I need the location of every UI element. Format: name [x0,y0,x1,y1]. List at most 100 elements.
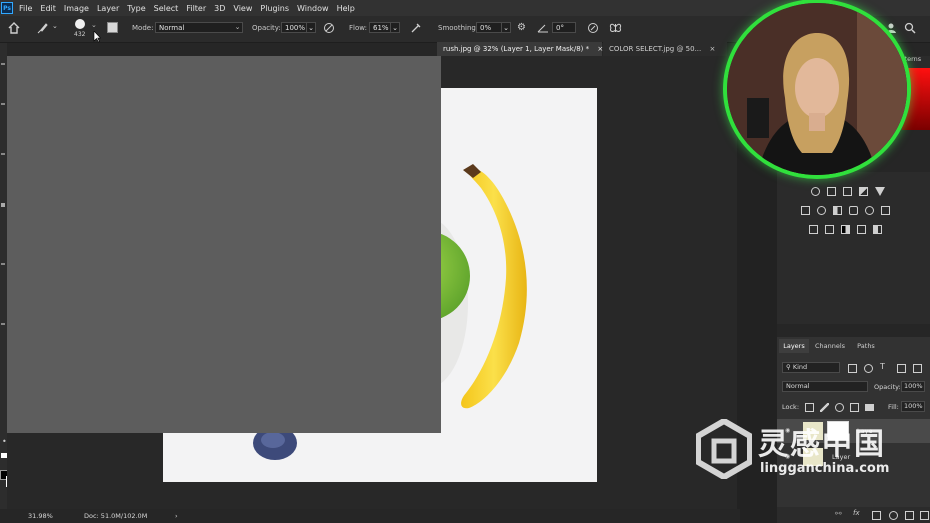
brush-preview-icon[interactable] [75,19,85,29]
brush-tool-icon[interactable] [36,22,48,34]
levels-icon[interactable] [827,187,836,196]
flow-label: Flow: [349,24,367,32]
lock-transparent-icon[interactable] [805,403,814,412]
watermark-chinese-text: 灵感中国 [758,427,886,462]
angle-icon [537,24,548,33]
menu-select[interactable]: Select [154,4,179,13]
brush-settings-panel-icon[interactable] [107,22,118,33]
menu-image[interactable]: Image [64,4,89,13]
layer-filter-select[interactable]: ⚲ Kind [782,362,840,373]
menu-plugins[interactable]: Plugins [260,4,289,13]
tab-channels[interactable]: Channels [812,339,848,353]
filter-smart-object-icon[interactable] [913,364,922,373]
menu-window[interactable]: Window [297,4,329,13]
mode-select[interactable]: Normal [155,22,243,33]
tool-icon[interactable] [1,103,5,105]
link-layers-icon[interactable]: ⚯ [835,509,842,518]
tab-brush-document[interactable]: rush.jpg @ 32% (Layer 1, Layer Mask/8) *… [437,42,603,56]
menu-3d[interactable]: 3D [214,4,225,13]
smoothing-input[interactable]: 0% [476,22,502,33]
vibrance-icon[interactable] [875,187,885,196]
new-layer-icon[interactable] [920,511,929,520]
menu-file[interactable]: File [19,4,32,13]
tab-layers[interactable]: Layers [779,339,809,353]
opacity-label: Opacity: [252,24,281,32]
lock-position-icon[interactable] [835,403,844,412]
watermark-url-text: lingganchina.com [760,461,890,476]
filter-adjustment-icon[interactable] [864,364,873,373]
fill-input[interactable]: 100% [901,401,925,412]
airbrush-icon[interactable] [410,22,422,34]
tab-label: rush.jpg @ 32% (Layer 1, Layer Mask/8) * [443,45,590,53]
gear-icon[interactable]: ⚙ [517,22,526,33]
layer-opacity-label: Opacity: [874,383,901,391]
user-account-icon[interactable] [885,22,897,34]
tool-icon[interactable] [1,203,5,207]
invert-icon[interactable] [809,225,818,234]
smoothing-dropdown-icon[interactable]: ⌄ [501,22,511,33]
menu-type[interactable]: Type [127,4,145,13]
photo-filter-icon[interactable] [849,206,858,215]
tool-icon[interactable] [1,153,5,155]
black-white-icon[interactable] [833,206,842,215]
tool-icon[interactable] [1,63,5,65]
fx-icon[interactable]: fx [853,509,860,517]
posterize-icon[interactable] [825,225,834,234]
menu-layer[interactable]: Layer [97,4,119,13]
patterns-tab[interactable]: tterns [902,55,921,63]
lock-artboard-icon[interactable] [850,403,859,412]
flow-dropdown-icon[interactable]: ⌄ [390,22,400,33]
new-group-icon[interactable] [905,511,914,520]
tab-paths[interactable]: Paths [852,339,880,353]
new-adjustment-layer-icon[interactable] [889,511,898,520]
filter-type-icon[interactable]: T [880,362,885,371]
filter-pixel-icon[interactable] [848,364,857,373]
threshold-icon[interactable] [841,225,850,234]
zoom-level[interactable]: 31.98% [28,512,53,520]
filter-shape-icon[interactable] [897,364,906,373]
watermark-logo: 灵感中国 lingganchina.com [690,415,920,485]
watermark-emblem-icon [696,419,752,479]
webcam-overlay [727,3,907,175]
lock-label: Lock: [782,403,800,411]
mode-dropdown-icon[interactable]: ⌄ [233,22,242,33]
menu-view[interactable]: View [233,4,252,13]
pressure-size-icon[interactable] [587,22,599,34]
curves-icon[interactable] [843,187,852,196]
close-icon[interactable]: × [710,45,716,53]
lock-all-icon[interactable] [865,404,874,411]
add-mask-icon[interactable] [872,511,881,520]
status-menu-arrow-icon[interactable]: › [175,512,178,520]
search-icon[interactable] [904,22,916,34]
opacity-input[interactable]: 100% [281,22,307,33]
color-balance-icon[interactable] [817,206,826,215]
pressure-opacity-icon[interactable] [323,22,335,34]
brightness-icon[interactable] [811,187,820,196]
status-bar: 31.98% Doc: 51.0M/102.0M › [0,509,740,523]
selective-color-icon[interactable] [873,225,882,234]
brush-preset-dropdown-icon[interactable]: ⌄ [91,21,97,29]
menu-filter[interactable]: Filter [186,4,206,13]
gradient-map-icon[interactable] [857,225,866,234]
tool-icon[interactable] [1,263,5,265]
opacity-dropdown-icon[interactable]: ⌄ [306,22,316,33]
flow-input[interactable]: 61% [369,22,391,33]
layer-opacity-input[interactable]: 100% [901,381,925,392]
symmetry-butterfly-icon[interactable] [609,22,622,34]
home-icon[interactable] [8,22,20,34]
blueberry-highlight [261,432,285,448]
exposure-icon[interactable] [859,187,868,196]
angle-input[interactable]: 0° [552,22,576,33]
mode-label: Mode: [132,24,154,32]
chevron-down-icon[interactable]: ⌄ [52,22,58,30]
hue-saturation-icon[interactable] [801,206,810,215]
layer-blend-mode-select[interactable]: Normal [782,381,868,392]
menu-edit[interactable]: Edit [40,4,56,13]
smoothing-label: Smoothing: [438,24,479,32]
lock-paint-icon[interactable] [820,403,829,412]
tool-icon[interactable] [1,323,5,325]
menu-help[interactable]: Help [337,4,355,13]
channel-mixer-icon[interactable] [865,206,874,215]
color-lookup-icon[interactable] [881,206,890,215]
tab-color-select-document[interactable]: COLOR SELECT.jpg @ 50... × [603,42,727,56]
